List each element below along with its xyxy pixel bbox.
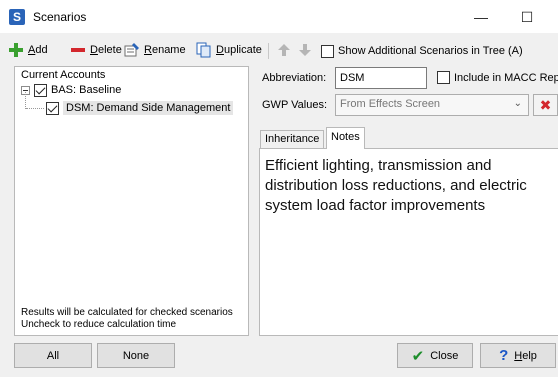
arrow-up-icon: [276, 42, 292, 58]
chevron-down-icon: ⌄: [513, 98, 522, 109]
tab-inheritance[interactable]: Inheritance: [260, 130, 325, 148]
gwp-select[interactable]: From Effects Screen ⌄: [335, 94, 529, 116]
gwp-label: GWP Values:: [262, 99, 328, 111]
rename-button[interactable]: Rename: [124, 40, 186, 60]
baseline-checkbox[interactable]: [34, 83, 47, 97]
tree-item-label: DSM: Demand Side Management: [63, 101, 234, 115]
tab-notes[interactable]: Notes: [326, 127, 365, 149]
title-bar: S Scenarios — ☐ ✕: [0, 0, 558, 34]
show-additional-scenarios[interactable]: Show Additional Scenarios in Tree (A): [321, 41, 523, 61]
toolbar: Add Delete Rename Duplicate Show Additio…: [0, 38, 558, 62]
none-button[interactable]: None: [97, 343, 175, 368]
window-title: Scenarios: [33, 10, 87, 24]
move-up-button[interactable]: [276, 40, 296, 60]
question-icon: ?: [499, 347, 509, 364]
tree-item-label: BAS: Baseline: [51, 84, 122, 96]
include-macc-checkbox[interactable]: [437, 71, 450, 84]
add-accel: A: [28, 44, 36, 56]
tree-note-line: Results will be calculated for checked s…: [21, 307, 233, 318]
red-x-icon: ✖: [539, 97, 552, 113]
add-label: dd: [35, 44, 48, 56]
plus-icon: [8, 42, 24, 58]
minimize-button[interactable]: —: [458, 0, 504, 34]
duplicate-accel: D: [216, 44, 224, 56]
abbreviation-label: Abbreviation:: [262, 72, 327, 84]
arrow-down-icon: [297, 42, 313, 58]
delete-button[interactable]: Delete: [70, 40, 122, 60]
help-accel: H: [514, 349, 523, 362]
close-window-button[interactable]: ✕: [550, 0, 558, 34]
gwp-clear-button[interactable]: ✖: [533, 94, 558, 116]
scenario-tree-panel: Current Accounts BAS: Baseline DSM: Dema…: [14, 66, 249, 336]
notes-text-area[interactable]: Efficient lighting, transmission and dis…: [259, 148, 558, 336]
all-button[interactable]: All: [14, 343, 92, 368]
include-macc-option[interactable]: Include in MACC Rep: [437, 71, 558, 84]
help-label: elp: [522, 349, 537, 362]
tree-header: Current Accounts: [21, 69, 106, 81]
tree-connector: [25, 92, 26, 109]
duplicate-label: uplicate: [223, 44, 262, 56]
show-additional-label: Show Additional Scenarios in Tree (A): [338, 45, 523, 57]
help-button[interactable]: ? Help: [480, 343, 556, 368]
tree-item-baseline[interactable]: BAS: Baseline: [21, 82, 121, 98]
show-additional-checkbox[interactable]: [321, 44, 334, 58]
abbreviation-input[interactable]: [335, 67, 427, 89]
dsm-checkbox[interactable]: [46, 101, 59, 115]
minus-icon: [70, 42, 86, 58]
toolbar-separator: [268, 43, 269, 59]
checkmark-icon: ✔: [411, 347, 425, 365]
notes-text: Efficient lighting, transmission and dis…: [265, 157, 527, 214]
include-macc-label: Include in MACC Rep: [454, 71, 558, 84]
tree-connector: [26, 108, 44, 109]
delete-accel: D: [90, 44, 98, 56]
duplicate-icon: [196, 42, 212, 58]
delete-label: elete: [97, 44, 122, 56]
app-icon: S: [9, 9, 25, 25]
close-label: Close: [430, 349, 459, 362]
move-down-button[interactable]: [297, 40, 317, 60]
tree-item-dsm[interactable]: DSM: Demand Side Management: [46, 100, 234, 116]
add-button[interactable]: Add: [8, 40, 48, 60]
close-button[interactable]: ✔ Close: [397, 343, 473, 368]
gwp-selected-value: From Effects Screen: [340, 98, 441, 110]
duplicate-button[interactable]: Duplicate: [196, 40, 262, 60]
tree-note-line: Uncheck to reduce calculation time: [21, 319, 177, 330]
tree-note: Results will be calculated for checked s…: [21, 307, 233, 331]
rename-accel: R: [144, 44, 152, 56]
none-label: None: [122, 349, 150, 362]
rename-icon: [124, 42, 140, 58]
rename-label: ename: [151, 44, 186, 56]
all-label: All: [46, 349, 60, 362]
maximize-button[interactable]: ☐: [504, 0, 550, 34]
